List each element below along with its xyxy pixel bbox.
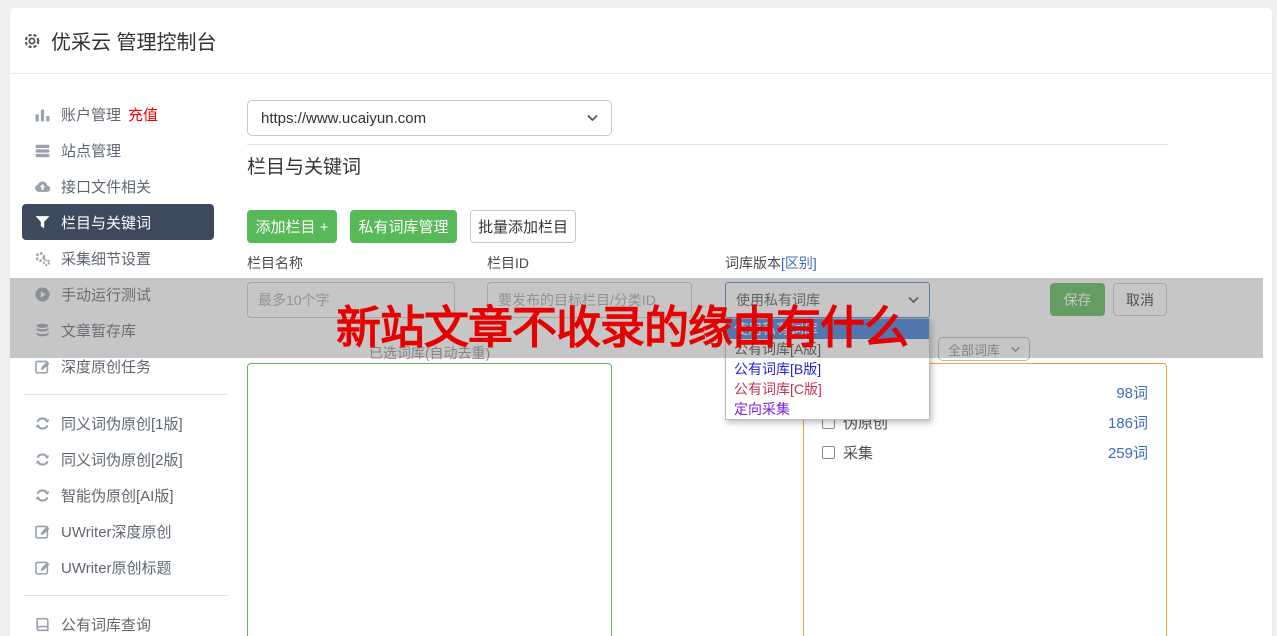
lexicon-row: 采集 259词 <box>804 437 1166 467</box>
lexicon-filter-value: 全部词库 <box>948 342 1001 358</box>
sidebar-item[interactable]: 同义词伪原创[1版] <box>22 405 214 441</box>
column-id-input[interactable] <box>487 282 692 318</box>
edit-icon <box>34 559 51 576</box>
lexicon-version-select[interactable]: 使用私有词库 <box>725 282 930 318</box>
column-name-label: 栏目名称 <box>247 255 303 271</box>
refresh-icon <box>34 487 51 504</box>
app-header: 优采云 管理控制台 <box>10 8 1272 74</box>
book-icon <box>34 616 51 633</box>
dropdown-option[interactable]: 公有词库[A版] <box>726 339 929 359</box>
sidebar-item-label: UWriter原创标题 <box>61 559 172 577</box>
sidebar-item-label: 接口文件相关 <box>61 178 152 196</box>
add-column-button[interactable]: 添加栏目 + <box>247 210 337 243</box>
edit-icon <box>34 523 51 540</box>
recharge-badge[interactable]: 充值 <box>128 104 158 125</box>
lexicon-version-diff-link[interactable]: [区别] <box>781 255 817 271</box>
app-panel: 优采云 管理控制台 账户管理 充值 站点管理 接口文件相关 栏目与关键词 采集细节设置 手动… <box>10 8 1272 636</box>
sidebar-item[interactable]: 文章暂存库 <box>22 312 214 348</box>
lexicon-version-label: 词库版本[区别] <box>725 253 817 273</box>
sidebar-item[interactable]: UWriter深度原创 <box>22 513 214 549</box>
refresh-icon <box>34 451 51 468</box>
page-title: 栏目与关键词 <box>247 157 362 178</box>
column-name-input[interactable] <box>247 282 455 318</box>
sidebar-item-label: 手动运行测试 <box>61 286 152 304</box>
sidebar-item[interactable]: 智能伪原创[AI版] <box>22 477 214 513</box>
lexicon-count: 98词 <box>1116 384 1148 402</box>
app-title: 优采云 管理控制台 <box>51 32 217 54</box>
lexicon-version-value: 使用私有词库 <box>736 292 820 308</box>
lexicon-checkbox[interactable] <box>822 445 835 459</box>
sidebar-item[interactable]: 账户管理 充值 <box>22 96 214 132</box>
database-icon <box>34 322 51 339</box>
private-lexicon-button[interactable]: 私有词库管理 <box>350 210 457 243</box>
sidebar-item[interactable]: UWriter原创标题 <box>22 549 214 585</box>
lexicon-count: 186词 <box>1107 414 1148 432</box>
sidebar-item-label: 站点管理 <box>61 142 122 160</box>
lexicon-filter-select[interactable]: 全部词库 <box>938 337 1030 361</box>
chevron-down-icon <box>908 296 919 304</box>
gear-icon <box>22 31 42 51</box>
sidebar-item[interactable]: 同义词伪原创[2版] <box>22 441 214 477</box>
sidebar-item[interactable]: 接口文件相关 <box>22 168 214 204</box>
dropdown-option[interactable]: 定向采集 <box>726 399 929 419</box>
sidebar-item-label: 公有词库查询 <box>61 616 152 634</box>
divider <box>247 144 1168 145</box>
sidebar-item-label: 栏目与关键词 <box>61 214 152 232</box>
lexicon-version-dropdown: 使用私有词库 公有词库[A版] 公有词库[B版] 公有词库[C版] 定向采集 <box>725 318 930 420</box>
sidebar-item[interactable]: 栏目与关键词 <box>22 204 214 240</box>
selected-lexicon-box[interactable] <box>247 363 612 636</box>
refresh-icon <box>34 415 51 432</box>
sidebar-item-label: 账户管理 <box>61 106 122 124</box>
cloud-upload-icon <box>34 178 51 195</box>
dropdown-option[interactable]: 使用私有词库 <box>726 319 929 339</box>
sidebar-item[interactable]: 公有词库查询 <box>22 606 214 636</box>
main-content: https://www.ucaiyun.com 栏目与关键词 添加栏目 + 私有… <box>247 74 1272 636</box>
sidebar-item-label: 智能伪原创[AI版] <box>61 487 174 505</box>
lexicon-version-label-text: 词库版本 <box>725 255 781 271</box>
chevron-down-icon <box>587 114 598 122</box>
gears-icon <box>34 250 51 267</box>
sidebar-divider <box>24 595 227 596</box>
sidebar-item-label: 采集细节设置 <box>61 250 152 268</box>
dropdown-option[interactable]: 公有词库[B版] <box>726 359 929 379</box>
sidebar-item-label: 同义词伪原创[1版] <box>61 415 183 433</box>
sidebar-item-label: 文章暂存库 <box>61 322 137 340</box>
sidebar: 账户管理 充值 站点管理 接口文件相关 栏目与关键词 采集细节设置 手动运行测试 文章暂存库深… <box>10 74 247 636</box>
sidebar-item[interactable]: 深度原创任务 <box>22 348 214 384</box>
sidebar-divider <box>24 394 227 395</box>
sidebar-item[interactable]: 站点管理 <box>22 132 214 168</box>
edit-icon <box>34 358 51 375</box>
page: 优采云 管理控制台 账户管理 充值 站点管理 接口文件相关 栏目与关键词 采集细节设置 手动… <box>0 0 1277 636</box>
batch-add-column-button[interactable]: 批量添加栏目 <box>470 210 576 243</box>
column-id-label: 栏目ID <box>487 255 529 271</box>
lexicon-row-left[interactable]: 采集 <box>822 442 873 463</box>
cancel-button[interactable]: 取消 <box>1113 283 1167 316</box>
lexicon-label: 采集 <box>843 444 874 462</box>
site-select-value: https://www.ucaiyun.com <box>261 109 427 127</box>
chart-bars-icon <box>34 106 51 123</box>
play-circle-icon <box>34 286 51 303</box>
server-icon <box>34 142 51 159</box>
sidebar-item-label: 深度原创任务 <box>61 358 152 376</box>
chevron-down-icon <box>1011 346 1020 353</box>
dropdown-option[interactable]: 公有词库[C版] <box>726 379 929 399</box>
sidebar-item[interactable]: 手动运行测试 <box>22 276 214 312</box>
sidebar-item-label: 同义词伪原创[2版] <box>61 451 183 469</box>
funnel-icon <box>34 214 51 231</box>
selected-lexicon-header: 已选词库(自动去重) <box>368 345 491 361</box>
lexicon-count: 259词 <box>1107 444 1148 462</box>
sidebar-item[interactable]: 采集细节设置 <box>22 240 214 276</box>
site-select[interactable]: https://www.ucaiyun.com <box>247 100 612 136</box>
sidebar-item-label: UWriter深度原创 <box>61 523 172 541</box>
save-button[interactable]: 保存 <box>1050 283 1105 316</box>
